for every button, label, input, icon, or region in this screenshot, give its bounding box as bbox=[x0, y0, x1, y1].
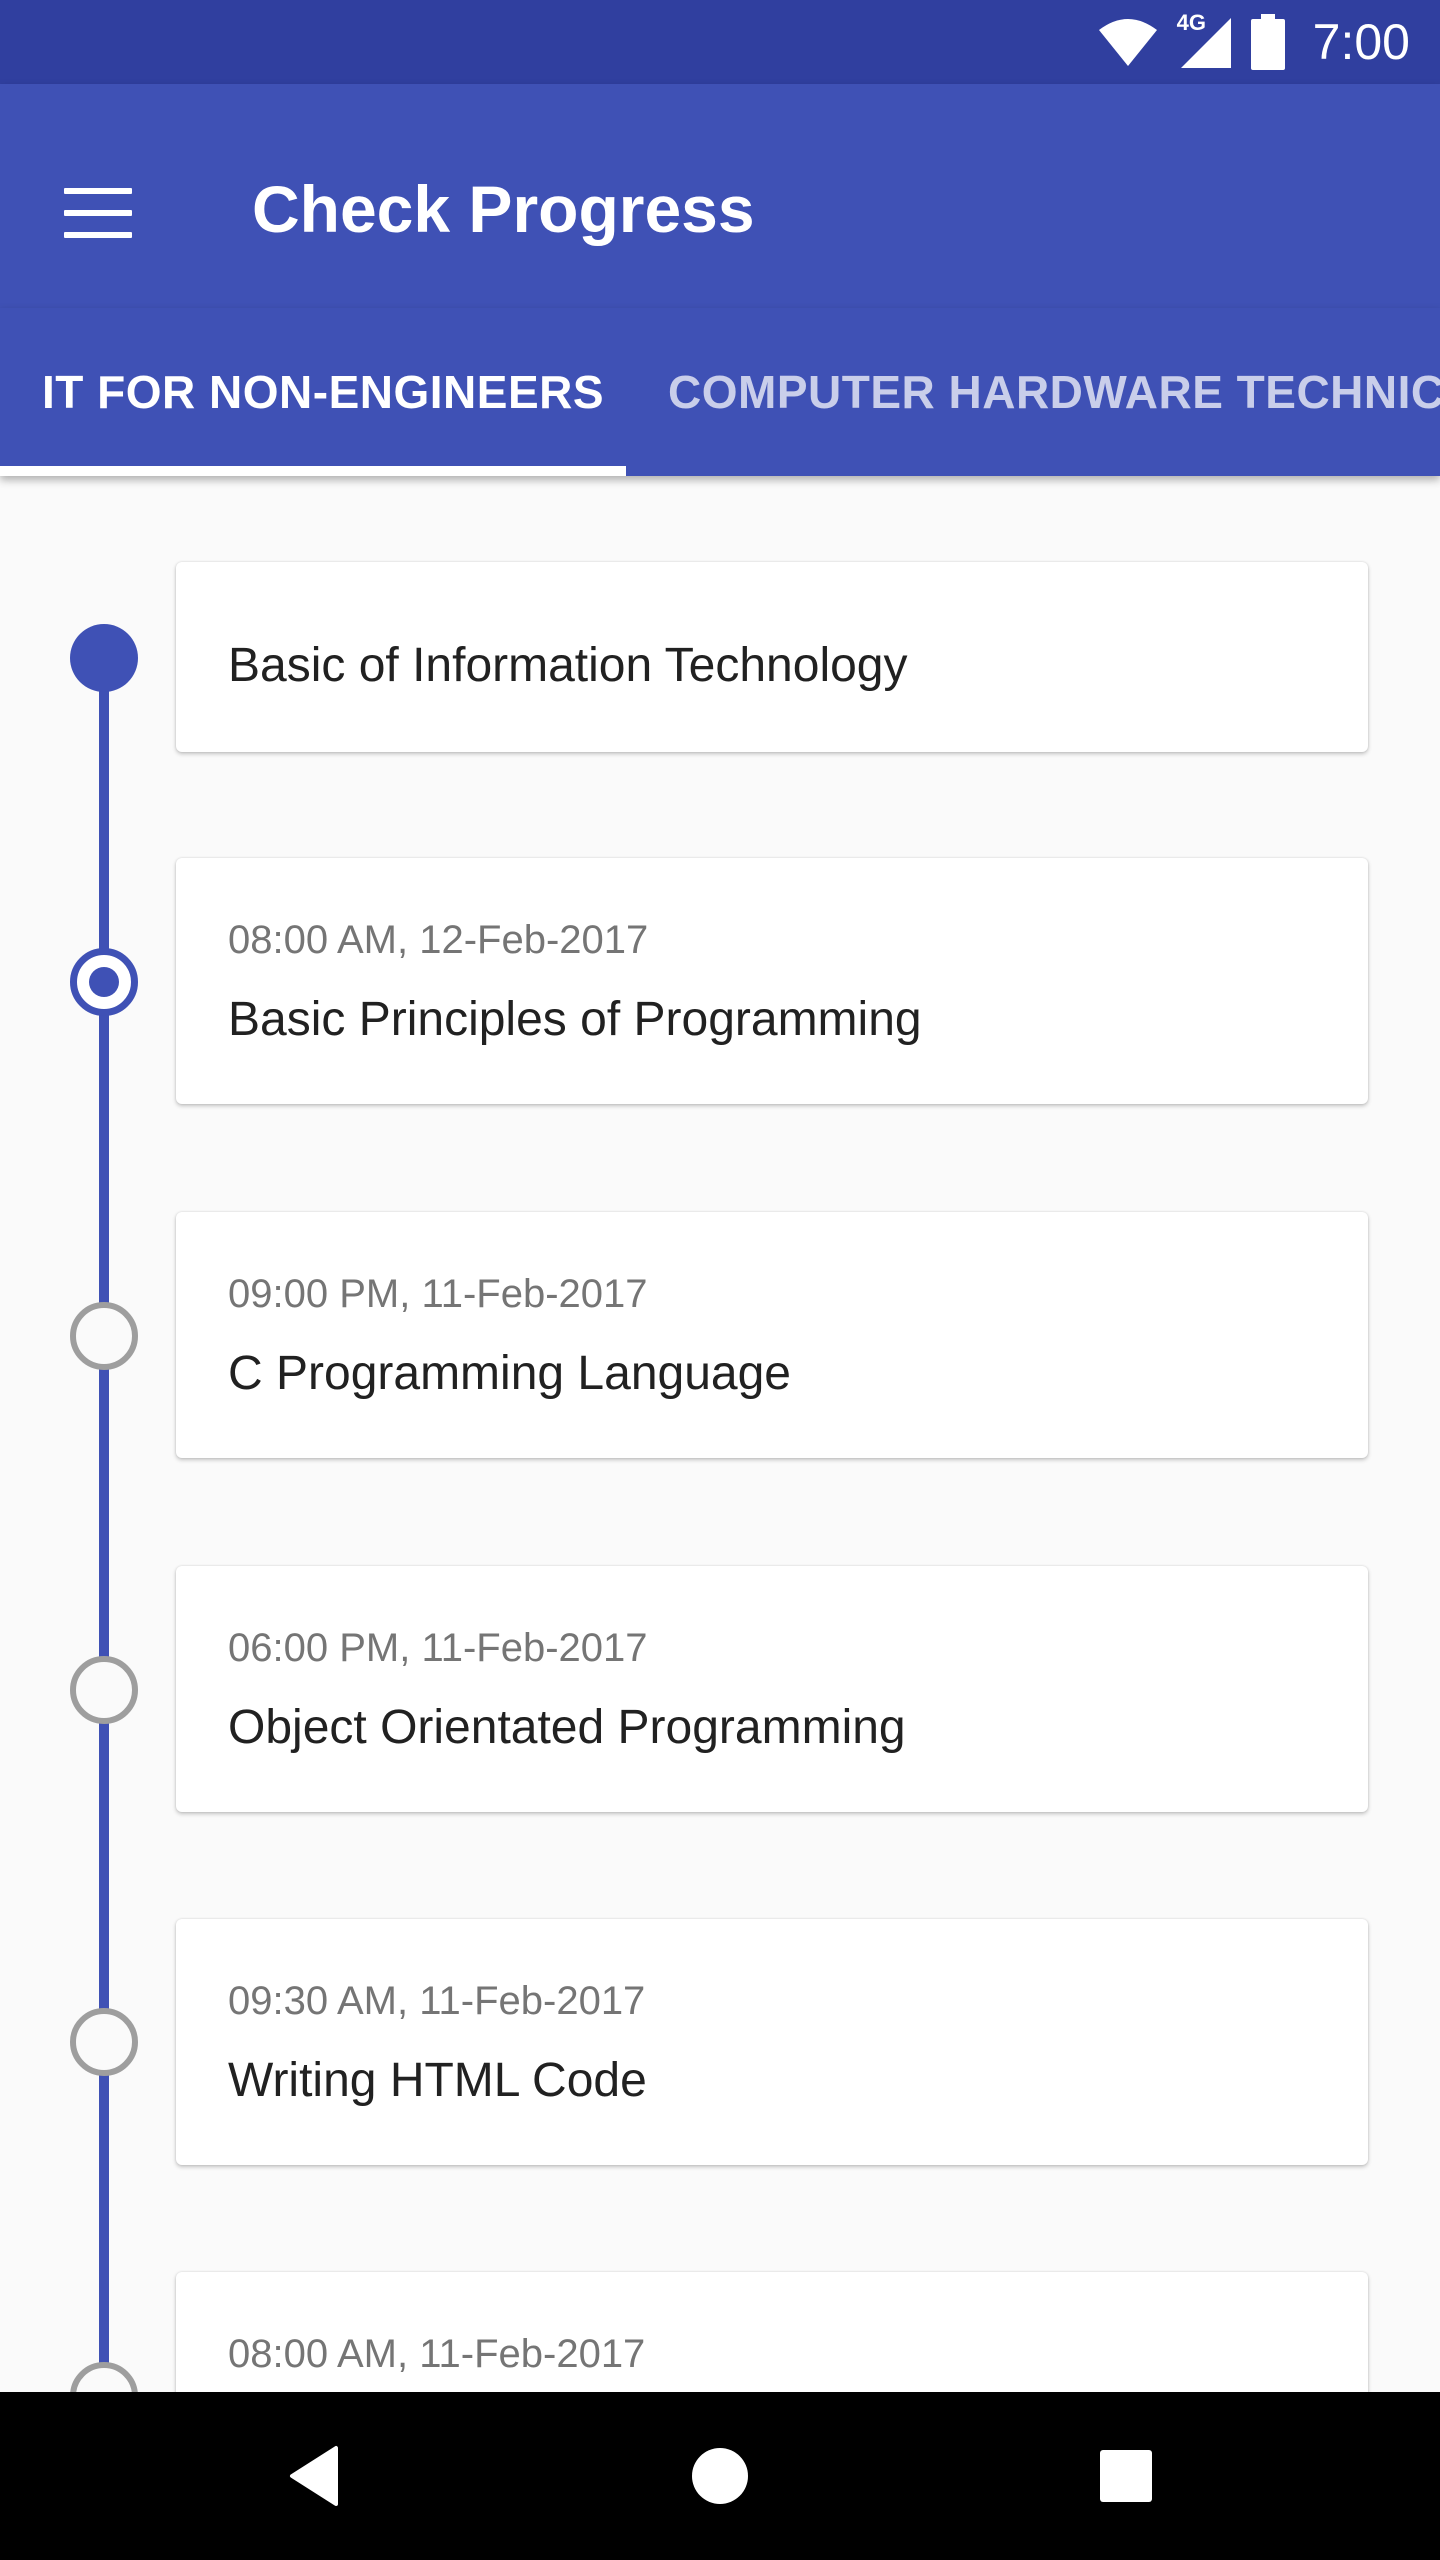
card-timestamp: 06:00 PM, 11-Feb-2017 bbox=[228, 1626, 648, 1670]
battery-icon bbox=[1250, 14, 1285, 70]
timeline-card[interactable]: 08:00 AM, 11-Feb-2017 bbox=[176, 2272, 1368, 2392]
status-bar: 4G 7:00 bbox=[0, 0, 1440, 84]
status-icons: 4G 7:00 bbox=[1097, 0, 1410, 84]
card-title: Object Orientated Programming bbox=[228, 1701, 906, 1754]
page-title: Check Progress bbox=[252, 172, 755, 246]
timeline-card[interactable]: 09:30 AM, 11-Feb-2017 Writing HTML Code bbox=[176, 1919, 1368, 2165]
hamburger-menu-icon[interactable] bbox=[64, 188, 132, 238]
card-title: Basic of Information Technology bbox=[228, 639, 908, 692]
timeline-card[interactable]: 08:00 AM, 12-Feb-2017 Basic Principles o… bbox=[176, 858, 1368, 1104]
active-tab-indicator bbox=[0, 466, 626, 476]
tab-computer-hardware-technician[interactable]: COMPUTER HARDWARE TECHNICIAN bbox=[668, 308, 1440, 476]
timeline-card[interactable]: Basic of Information Technology bbox=[176, 562, 1368, 752]
timeline-line bbox=[99, 656, 109, 2392]
back-icon[interactable] bbox=[274, 2436, 354, 2516]
card-timestamp: 09:00 PM, 11-Feb-2017 bbox=[228, 1272, 648, 1316]
timeline-node-completed bbox=[70, 624, 138, 692]
timeline-node-pending bbox=[70, 2008, 138, 2076]
cellular-signal-icon: 4G bbox=[1177, 10, 1233, 70]
timeline-node-pending bbox=[70, 1302, 138, 1370]
card-title: Writing HTML Code bbox=[228, 2054, 647, 2107]
timeline-node-pending bbox=[70, 2362, 138, 2392]
tab-bar: IT FOR NON-ENGINEERS COMPUTER HARDWARE T… bbox=[0, 308, 1440, 476]
timeline-card[interactable]: 06:00 PM, 11-Feb-2017 Object Orientated … bbox=[176, 1566, 1368, 1812]
app-bar: Check Progress bbox=[0, 84, 1440, 308]
system-navigation-bar bbox=[0, 2392, 1440, 2560]
recent-apps-icon[interactable] bbox=[1086, 2436, 1166, 2516]
card-title: Basic Principles of Programming bbox=[228, 993, 922, 1046]
home-icon[interactable] bbox=[680, 2436, 760, 2516]
timeline-node-current bbox=[70, 948, 138, 1016]
card-timestamp: 08:00 AM, 12-Feb-2017 bbox=[228, 918, 649, 962]
tab-it-for-non-engineers[interactable]: IT FOR NON-ENGINEERS bbox=[42, 308, 604, 476]
timeline-list[interactable]: Basic of Information Technology 08:00 AM… bbox=[0, 476, 1440, 2392]
timeline-card[interactable]: 09:00 PM, 11-Feb-2017 C Programming Lang… bbox=[176, 1212, 1368, 1458]
status-time: 7:00 bbox=[1312, 14, 1410, 70]
card-timestamp: 09:30 AM, 11-Feb-2017 bbox=[228, 1979, 646, 2023]
card-title: C Programming Language bbox=[228, 1347, 791, 1400]
wifi-icon bbox=[1098, 19, 1157, 66]
timeline-node-pending bbox=[70, 1656, 138, 1724]
card-timestamp: 08:00 AM, 11-Feb-2017 bbox=[228, 2332, 646, 2376]
